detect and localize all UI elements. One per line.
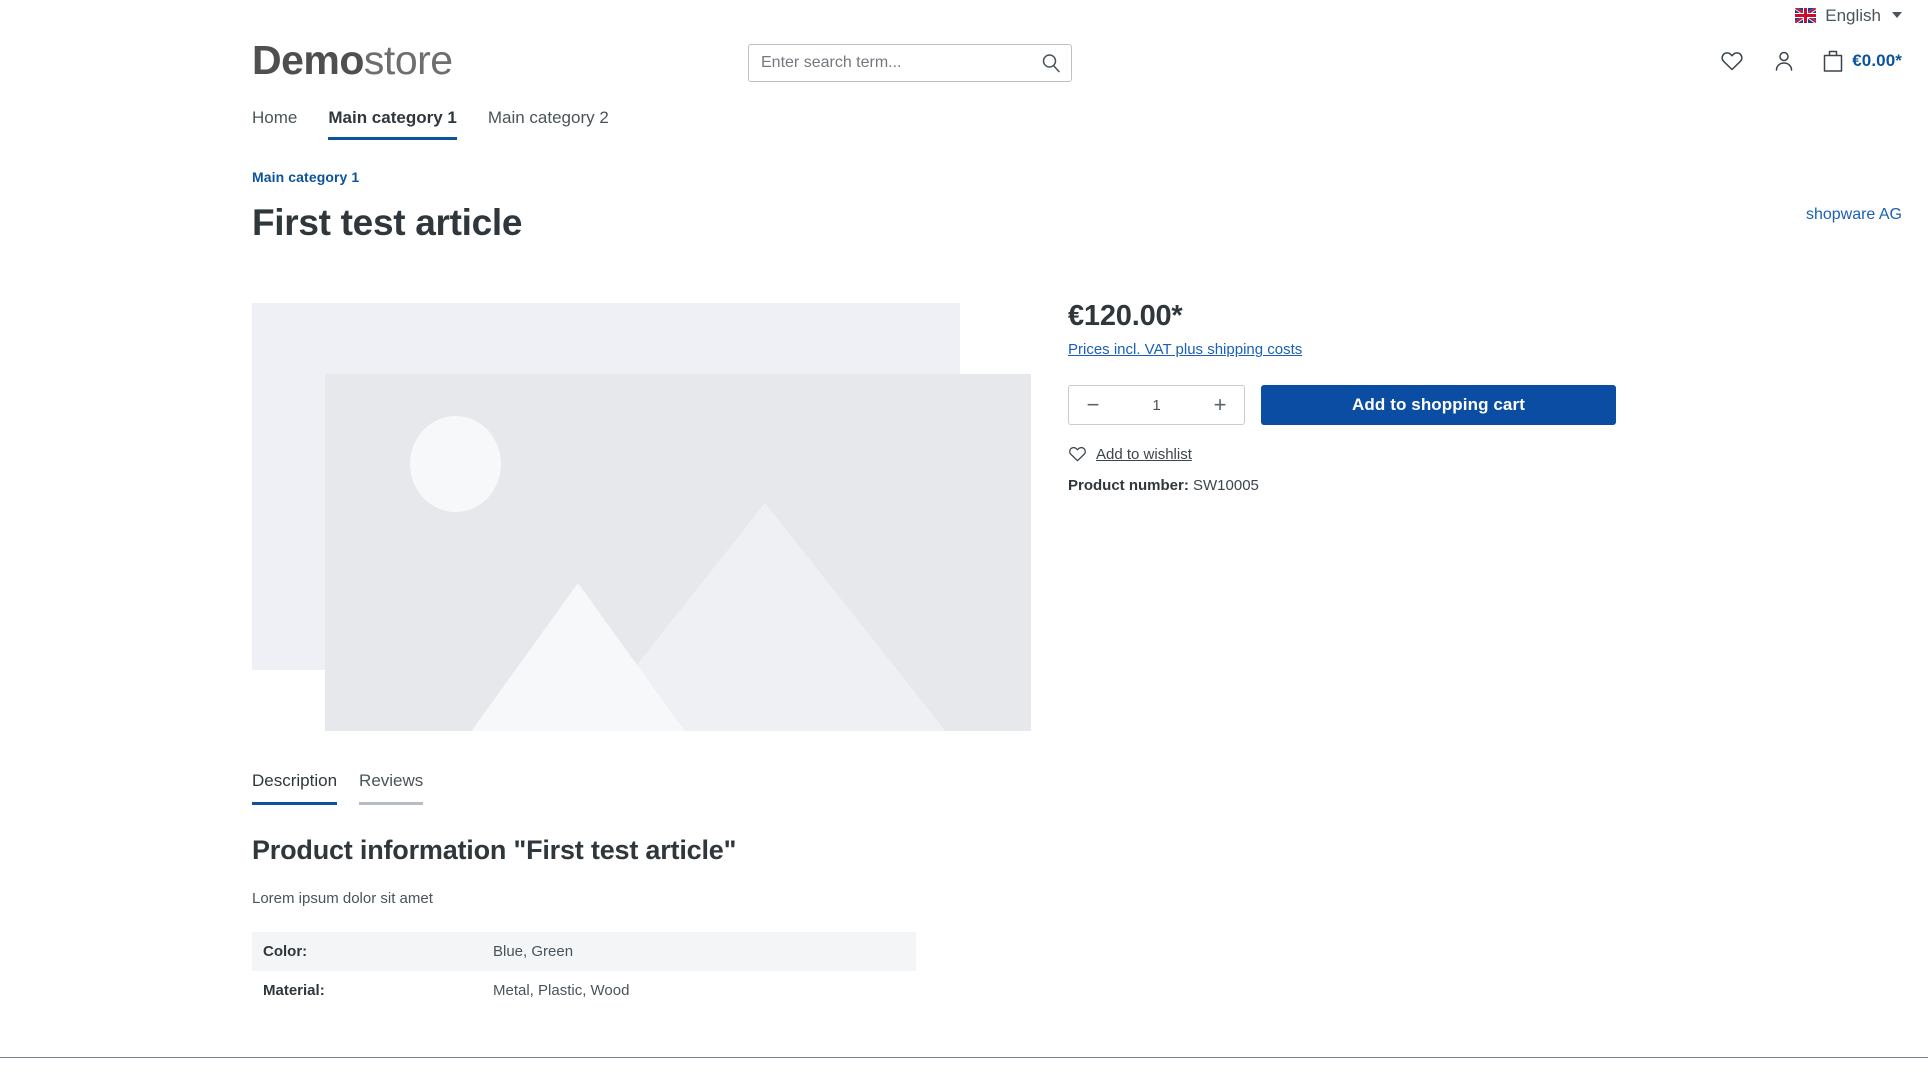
description-body: Lorem ipsum dolor sit amet (252, 890, 433, 907)
shopping-bag-icon (1823, 50, 1843, 72)
image-placeholder-icon (325, 374, 1031, 731)
property-value: Metal, Plastic, Wood (493, 982, 630, 999)
wishlist-button[interactable] (1717, 46, 1747, 76)
nav-item-main-category-1[interactable]: Main category 1 (328, 108, 457, 140)
search-icon (1042, 54, 1060, 73)
search-input[interactable] (749, 54, 1031, 72)
quantity-increase-button[interactable]: + (1209, 394, 1231, 416)
buy-row: − + Add to shopping cart (1068, 385, 1616, 426)
product-gallery[interactable] (252, 303, 1031, 731)
top-bar: English (0, 0, 1928, 30)
tab-description[interactable]: Description (252, 771, 338, 806)
language-label: English (1825, 5, 1881, 25)
language-switcher[interactable]: English (1795, 7, 1902, 24)
page-title: First test article (252, 202, 523, 243)
logo-regular-text: store (363, 37, 453, 83)
search-button[interactable] (1031, 45, 1071, 81)
product-price: €120.00* (1068, 300, 1183, 332)
chevron-down-icon (1892, 12, 1902, 18)
tax-shipping-link[interactable]: Prices incl. VAT plus shipping costs (1068, 341, 1302, 358)
heart-icon (1069, 447, 1086, 462)
description-heading: Product information "First test article" (252, 835, 737, 865)
add-to-cart-button[interactable]: Add to shopping cart (1261, 385, 1616, 426)
nav-item-main-category-2[interactable]: Main category 2 (488, 108, 609, 140)
user-icon (1775, 51, 1793, 71)
uk-flag-icon (1795, 7, 1817, 23)
site-logo[interactable]: Demostore (252, 40, 453, 81)
footer-divider (0, 1057, 1928, 1058)
cart-button[interactable]: €0.00* (1821, 48, 1902, 74)
quantity-input[interactable] (1126, 396, 1187, 414)
nav-item-home[interactable]: Home (252, 108, 297, 140)
property-key: Color: (263, 943, 308, 960)
placeholder-sun-shape (410, 416, 501, 512)
header-actions: €0.00* (1717, 46, 1902, 76)
table-row: Color: Blue, Green (252, 932, 916, 971)
tab-reviews[interactable]: Reviews (359, 771, 424, 806)
add-to-wishlist-button[interactable]: Add to wishlist (1068, 445, 1616, 463)
heart-icon (1721, 52, 1743, 71)
search-box[interactable] (748, 44, 1072, 82)
main-navigation: Home Main category 1 Main category 2 (252, 104, 609, 140)
account-button[interactable] (1769, 46, 1799, 76)
site-header: Demostore Enter search term... €0.00* (0, 30, 1928, 98)
product-number-label: Product number: (1068, 477, 1189, 495)
add-to-wishlist-label: Add to wishlist (1096, 445, 1192, 463)
table-row: Material: Metal, Plastic, Wood (252, 971, 916, 1010)
manufacturer-link[interactable]: shopware AG (1806, 206, 1902, 224)
product-detail-page: English Demostore Enter search term... €… (0, 0, 1928, 1088)
property-value: Blue, Green (493, 943, 574, 960)
product-properties-table: Color: Blue, Green Material: Metal, Plas… (252, 932, 916, 1010)
property-key: Material: (263, 982, 325, 999)
quantity-stepper[interactable]: − + (1068, 385, 1245, 426)
placeholder-mountain-small (470, 583, 686, 731)
buy-box: €120.00* Prices incl. VAT plus shipping … (1068, 300, 1616, 494)
cart-amount: €0.00* (1852, 51, 1902, 70)
product-number-value: SW10005 (1193, 477, 1259, 495)
product-number: Product number: SW10005 (1068, 477, 1616, 494)
logo-bold-text: Demo (252, 37, 364, 83)
quantity-decrease-button[interactable]: − (1082, 394, 1104, 416)
breadcrumb[interactable]: Main category 1 (252, 169, 359, 185)
product-tabs: Description Reviews (252, 771, 424, 806)
